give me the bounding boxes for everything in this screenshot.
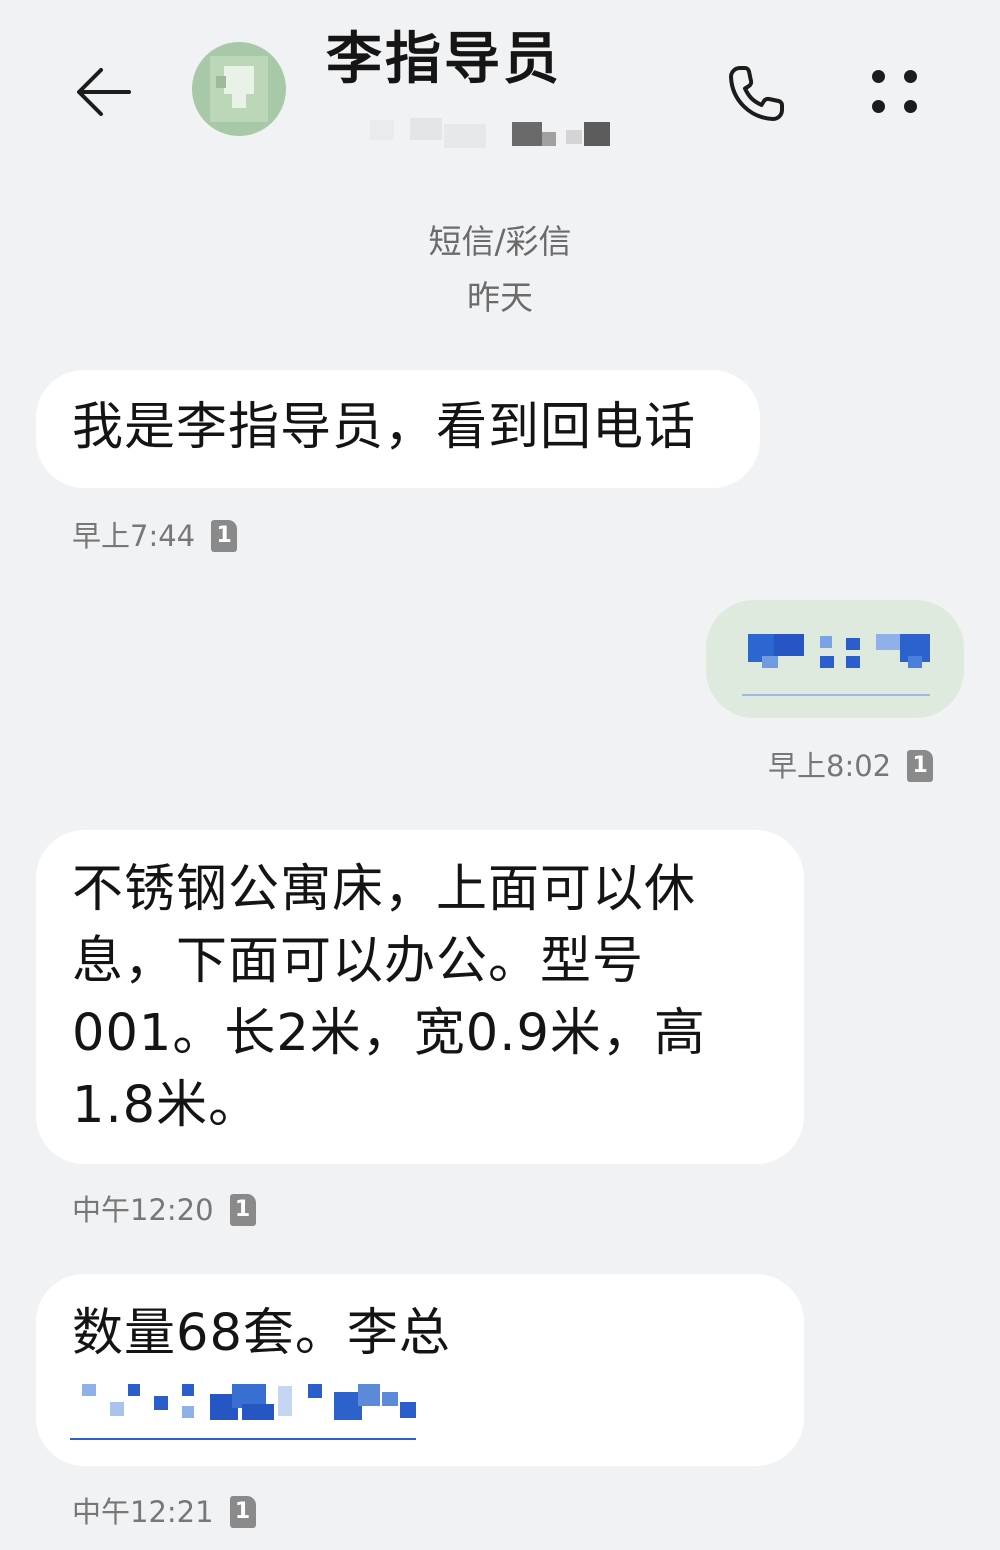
sim-card-icon: 1 bbox=[907, 750, 934, 782]
call-button[interactable] bbox=[720, 58, 792, 130]
message-text: 我是李指导员，看到回电话 bbox=[72, 398, 697, 457]
message-bubble-outgoing[interactable] bbox=[706, 600, 964, 718]
contact-number-blurred bbox=[340, 116, 620, 150]
conversation-date-label: 昨天 bbox=[467, 278, 533, 317]
message-time: 中午12:21 bbox=[72, 1494, 214, 1529]
sim-card-icon: 1 bbox=[211, 520, 238, 552]
message-meta: 中午12:20 1 bbox=[72, 1194, 256, 1226]
message-meta: 中午12:21 1 bbox=[72, 1496, 256, 1528]
contact-avatar[interactable] bbox=[192, 42, 286, 136]
message-time: 早上7:44 bbox=[72, 518, 196, 553]
message-time: 中午12:20 bbox=[72, 1192, 214, 1227]
message-bubble-incoming[interactable]: 数量68套。李总 bbox=[36, 1274, 804, 1466]
message-bubble-incoming[interactable]: 我是李指导员，看到回电话 bbox=[36, 370, 760, 488]
contact-name: 李指导员 bbox=[326, 27, 562, 92]
message-text: 数量68套。李总 bbox=[72, 1304, 451, 1363]
arrow-left-icon bbox=[77, 68, 131, 116]
back-button[interactable] bbox=[72, 60, 136, 124]
message-meta: 早上7:44 1 bbox=[72, 518, 238, 553]
conversation-header: 李指导员 bbox=[0, 0, 1000, 180]
sim-card-icon: 1 bbox=[229, 1496, 256, 1528]
redacted-link[interactable] bbox=[82, 1380, 422, 1430]
phone-icon bbox=[729, 66, 784, 121]
redacted-link[interactable] bbox=[748, 630, 932, 690]
more-options-button[interactable] bbox=[862, 58, 932, 128]
message-bubble-incoming[interactable]: 不锈钢公寓床，上面可以休 息，下面可以办公。型号 001。长2米，宽0.9米，高… bbox=[36, 830, 804, 1164]
message-text: 不锈钢公寓床，上面可以休 息，下面可以办公。型号 001。长2米，宽0.9米，高… bbox=[72, 860, 706, 1135]
message-meta: 早上8:02 1 bbox=[768, 748, 934, 783]
sim-card-icon: 1 bbox=[229, 1194, 256, 1226]
conversation-type-label: 短信/彩信 bbox=[428, 222, 572, 261]
message-time: 早上8:02 bbox=[768, 748, 892, 783]
